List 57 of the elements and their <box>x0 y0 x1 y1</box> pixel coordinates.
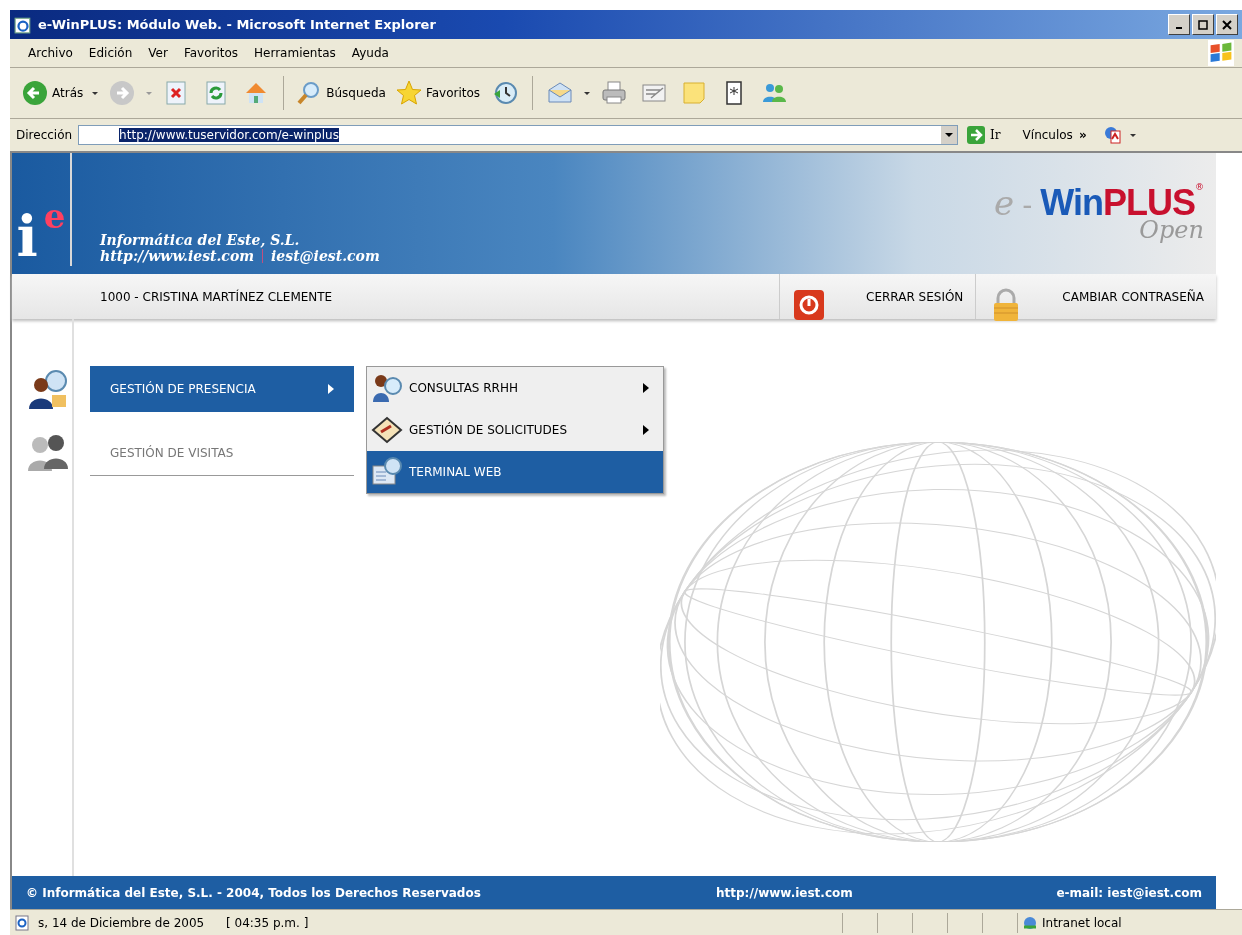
dropdown-icon[interactable] <box>941 126 958 144</box>
user-name: 1000 - CRISTINA MARTÍNEZ CLEMENTE <box>100 289 334 304</box>
links-label[interactable]: Vínculos <box>1022 128 1073 142</box>
menu-item[interactable]: Archivo <box>20 46 81 60</box>
caret-icon[interactable] <box>91 89 100 97</box>
email-link[interactable]: iest@iest.com <box>271 248 380 264</box>
maximize-icon <box>1198 19 1208 30</box>
close-button[interactable] <box>1216 14 1238 35</box>
search-button[interactable]: Búsqueda <box>294 80 388 106</box>
status-time: [ 04:35 p.m. ] <box>226 915 309 930</box>
go-button[interactable]: Ir <box>964 125 1003 145</box>
menu-item[interactable]: Ayuda <box>343 46 397 60</box>
logo-letter: e <box>43 198 66 233</box>
favorites-button[interactable]: Favoritos <box>393 80 483 106</box>
submenu-item[interactable]: GESTIÓN DE SOLICITUDES <box>367 409 663 451</box>
caret-icon[interactable] <box>583 89 592 97</box>
menu-item[interactable]: Ver <box>140 46 176 60</box>
brand-name: Win <box>1040 181 1103 224</box>
submenu-item[interactable]: CONSULTAS RRHH <box>367 367 663 409</box>
menu-item[interactable]: Edición <box>80 46 141 60</box>
maximize-button[interactable] <box>1192 14 1214 35</box>
close-icon <box>1222 19 1232 30</box>
brand-dash: - <box>1022 188 1033 222</box>
registered-mark: ® <box>1195 181 1204 192</box>
website-link[interactable]: http://www.iest.com <box>100 248 255 264</box>
windows-flag-icon <box>1208 40 1234 66</box>
minimize-icon <box>1176 27 1182 29</box>
website-link[interactable]: http://www.iest.com <box>716 885 986 900</box>
status-date: s, 14 de Diciembre de 2005 <box>38 915 206 930</box>
menu-item[interactable]: Herramientas <box>246 46 344 60</box>
menu-item[interactable]: Favoritos <box>175 46 247 60</box>
person-magnifier-icon <box>371 372 403 404</box>
history-icon[interactable] <box>492 80 519 106</box>
back-button[interactable]: Atrás <box>20 80 86 106</box>
change-password-button[interactable]: CAMBIAR CONTRASEÑA <box>975 274 1216 319</box>
address-field[interactable]: http://www.tuservidor.com/e-winplus <box>78 125 959 145</box>
browser-icon <box>14 15 32 34</box>
page-icon <box>14 914 30 931</box>
caret-icon[interactable] <box>1128 131 1137 139</box>
brand-prefix: e <box>994 182 1015 223</box>
submenu-item[interactable]: TERMINAL WEB <box>367 451 663 493</box>
brand-subtitle: Open <box>1139 215 1204 244</box>
printer-icon[interactable] <box>601 80 628 106</box>
address-label: Dirección <box>16 128 73 142</box>
logo-letter: i <box>16 208 38 264</box>
company-name: Informática del Este, S.L. <box>100 232 301 248</box>
main-menu-item[interactable]: GESTIÓN DE VISITAS <box>90 430 354 476</box>
security-zone: Intranet local <box>1042 915 1122 930</box>
logout-button[interactable]: CERRAR SESIÓN <box>779 274 976 319</box>
window-title: e-WinPLUS: Módulo Web. - Microsoft Internet Explorer <box>38 17 437 32</box>
main-menu-item[interactable]: GESTIÓN DE PRESENCIA <box>90 366 354 412</box>
copyright-text: © Informática del Este, S.L. - 2004, Todos los Derechos Reservados <box>26 885 482 900</box>
minimize-button[interactable] <box>1168 14 1190 35</box>
star-icon <box>395 80 422 106</box>
pdf-icon[interactable] <box>1102 125 1123 145</box>
links-more-button[interactable]: » <box>1078 128 1087 142</box>
email-link[interactable]: e-mail: iest@iest.com <box>1056 885 1202 900</box>
